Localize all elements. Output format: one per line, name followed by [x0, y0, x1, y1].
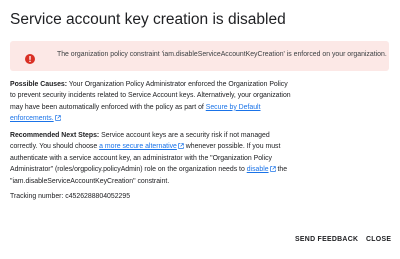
external-link-icon: [54, 114, 61, 121]
recommended-next-steps: Recommended Next Steps: Service account …: [10, 130, 292, 187]
next-steps-heading: Recommended Next Steps:: [10, 132, 100, 139]
secure-alternative-link[interactable]: a more secure alternative: [99, 143, 177, 150]
possible-causes-heading: Possible Causes:: [10, 81, 68, 88]
dialog-title: Service account key creation is disabled: [10, 11, 286, 28]
close-button[interactable]: CLOSE: [366, 236, 391, 243]
error-banner: The organization policy constraint 'iam.…: [10, 41, 389, 71]
error-banner-text: The organization policy constraint 'iam.…: [57, 51, 387, 58]
possible-causes: Possible Causes: Your Organization Polic…: [10, 79, 292, 125]
disable-constraint-link[interactable]: disable: [247, 166, 269, 173]
tracking-number: Tracking number: c4526288804052295: [10, 193, 131, 200]
error-icon: [25, 51, 35, 64]
send-feedback-button[interactable]: SEND FEEDBACK: [295, 236, 358, 243]
policy-dialog: Service account key creation is disabled…: [0, 0, 400, 259]
